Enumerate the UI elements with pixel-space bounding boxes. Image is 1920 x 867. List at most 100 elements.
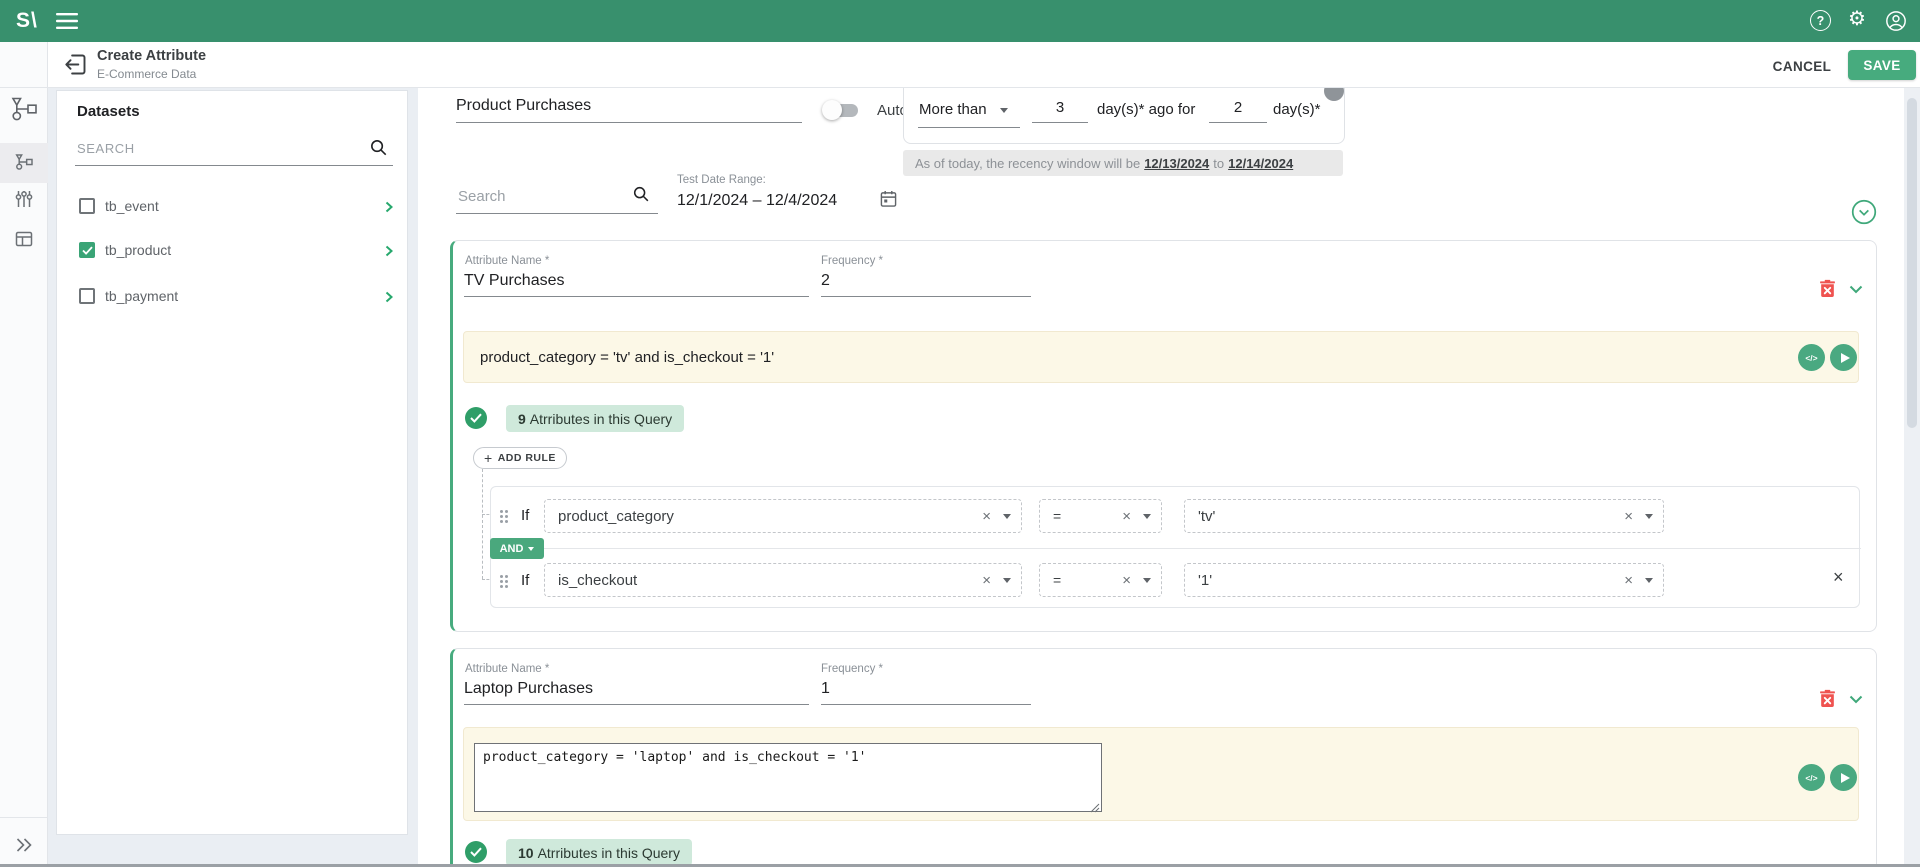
page-subtitle: E-Commerce Data bbox=[97, 67, 196, 81]
attribute-name-input[interactable] bbox=[464, 680, 809, 705]
clear-icon[interactable]: × bbox=[982, 509, 991, 524]
rule-operator-select[interactable]: = × bbox=[1039, 563, 1162, 597]
rule-field-select[interactable]: is_checkout × bbox=[544, 563, 1022, 597]
rule-if-label: If bbox=[521, 572, 529, 589]
query-display-box: product_category = 'tv' and is_checkout … bbox=[463, 331, 1859, 383]
frequency-input[interactable] bbox=[821, 272, 1031, 297]
hamburger-menu-icon[interactable] bbox=[56, 12, 78, 30]
back-icon[interactable] bbox=[62, 51, 89, 78]
recency-days-input[interactable] bbox=[1032, 99, 1088, 123]
delete-attribute-icon[interactable] bbox=[1819, 279, 1836, 298]
expand-rail-icon[interactable] bbox=[14, 837, 34, 853]
collapse-card-icon[interactable] bbox=[1849, 285, 1863, 294]
drag-handle-icon[interactable] bbox=[500, 510, 503, 513]
drag-handle-icon[interactable] bbox=[500, 575, 503, 578]
rule-field-value: product_category bbox=[558, 508, 674, 525]
search-icon bbox=[632, 185, 650, 203]
plus-icon: + bbox=[484, 450, 493, 466]
attribute-count-chip: 9 Atrributes in this Query bbox=[506, 405, 684, 432]
datasets-search-icon bbox=[369, 138, 388, 157]
scrollbar-thumb[interactable] bbox=[1907, 98, 1917, 428]
chevron-down-icon[interactable] bbox=[1645, 514, 1653, 519]
dataset-checkbox-tb-product[interactable] bbox=[79, 242, 95, 258]
run-query-icon[interactable] bbox=[1830, 344, 1857, 371]
rule-value-value: '1' bbox=[1198, 572, 1212, 589]
chevron-down-icon[interactable] bbox=[1003, 514, 1011, 519]
play-glyph bbox=[1841, 773, 1850, 783]
recency-note-bar: As of today, the recency window will be … bbox=[903, 150, 1343, 176]
dataset-checkbox-tb-payment[interactable] bbox=[79, 288, 95, 304]
rule-divider bbox=[491, 548, 1861, 549]
attribute-name-label: Attribute Name * bbox=[465, 663, 549, 675]
collapse-all-icon[interactable] bbox=[1851, 199, 1877, 225]
chevron-right-icon[interactable] bbox=[383, 291, 395, 303]
chevron-down-icon[interactable] bbox=[1000, 108, 1008, 113]
test-date-range-label: Test Date Range: bbox=[677, 174, 766, 186]
rule-field-select[interactable]: product_category × bbox=[544, 499, 1022, 533]
frequency-input[interactable] bbox=[821, 680, 1031, 705]
clear-icon[interactable]: × bbox=[982, 573, 991, 588]
chevron-right-icon[interactable] bbox=[383, 201, 395, 213]
calendar-icon[interactable] bbox=[880, 190, 897, 208]
rules-container: If product_category × = × 'tv' × AND If bbox=[490, 486, 1860, 608]
flowchart-icon[interactable] bbox=[9, 94, 39, 124]
rule-operator-value: = bbox=[1053, 508, 1061, 524]
test-date-range-value[interactable]: 12/1/2024 – 12/4/2024 bbox=[677, 192, 837, 210]
account-icon[interactable] bbox=[1885, 10, 1907, 32]
clear-icon[interactable]: × bbox=[1624, 509, 1633, 524]
play-glyph bbox=[1841, 353, 1850, 363]
conjunction-chip[interactable]: AND bbox=[490, 538, 544, 559]
attribute-search-input[interactable] bbox=[456, 188, 658, 214]
recency-window-input[interactable] bbox=[1209, 99, 1267, 123]
table-layout-icon[interactable] bbox=[14, 229, 34, 249]
clear-icon[interactable]: × bbox=[1122, 573, 1131, 588]
rule-value-select[interactable]: '1' × bbox=[1184, 563, 1664, 597]
settings-gear-icon[interactable]: ⚙ bbox=[1848, 9, 1866, 29]
recency-comparator-select[interactable]: More than bbox=[919, 101, 987, 118]
cancel-button[interactable]: CANCEL bbox=[1762, 54, 1842, 78]
chevron-down-icon[interactable] bbox=[1143, 514, 1151, 519]
chevron-down-icon[interactable] bbox=[1143, 578, 1151, 583]
query-valid-check-icon bbox=[465, 841, 487, 863]
dataset-checkbox-tb-event[interactable] bbox=[79, 198, 95, 214]
clear-icon[interactable]: × bbox=[1624, 573, 1633, 588]
filters-sliders-icon[interactable] bbox=[14, 189, 34, 209]
rule-operator-select[interactable]: = × bbox=[1039, 499, 1162, 533]
save-button[interactable]: SAVE bbox=[1848, 50, 1916, 80]
datasets-search-input[interactable] bbox=[75, 141, 393, 166]
frequency-label: Frequency * bbox=[821, 255, 883, 267]
query-code-textarea[interactable]: product_category = 'laptop' and is_check… bbox=[474, 743, 1102, 812]
datasets-panel: Datasets tb_event tb_product tb_payment bbox=[56, 90, 408, 835]
recency-comparator-underline bbox=[918, 127, 1020, 128]
remove-rule-icon[interactable]: × bbox=[1833, 567, 1844, 588]
attribute-count: 10 bbox=[518, 845, 534, 861]
attribute-name-input[interactable] bbox=[464, 272, 809, 297]
attributes-flow-icon[interactable] bbox=[14, 152, 34, 172]
dataset-row-tb-event: tb_event bbox=[57, 185, 409, 229]
dataset-row-tb-payment: tb_payment bbox=[57, 275, 409, 319]
resize-handle-icon[interactable] bbox=[1090, 800, 1100, 818]
brand-logo: S\ bbox=[16, 0, 38, 42]
auto-extract-toggle[interactable] bbox=[824, 104, 858, 117]
recency-note-to: to bbox=[1213, 156, 1224, 171]
delete-attribute-icon[interactable] bbox=[1819, 689, 1836, 708]
code-view-icon[interactable]: </> bbox=[1798, 344, 1825, 371]
rule-value-select[interactable]: 'tv' × bbox=[1184, 499, 1664, 533]
add-rule-button[interactable]: + ADD RULE bbox=[473, 447, 567, 469]
attribute-display-name-input[interactable] bbox=[456, 97, 802, 123]
page-header: Create Attribute E-Commerce Data CANCEL … bbox=[0, 42, 1920, 88]
chevron-down-icon[interactable] bbox=[1645, 578, 1653, 583]
code-view-icon[interactable]: </> bbox=[1798, 764, 1825, 791]
dataset-label: tb_payment bbox=[105, 288, 178, 304]
conjunction-label: AND bbox=[500, 543, 524, 555]
help-icon[interactable]: ? bbox=[1810, 10, 1831, 31]
chevron-down-icon[interactable] bbox=[1003, 578, 1011, 583]
page-title: Create Attribute bbox=[97, 48, 206, 64]
recency-end-date: 12/14/2024 bbox=[1228, 156, 1293, 171]
attribute-name-label: Attribute Name * bbox=[465, 255, 549, 267]
code-glyph: </> bbox=[1805, 353, 1817, 363]
collapse-card-icon[interactable] bbox=[1849, 695, 1863, 704]
clear-icon[interactable]: × bbox=[1122, 509, 1131, 524]
chevron-right-icon[interactable] bbox=[383, 245, 395, 257]
run-query-icon[interactable] bbox=[1830, 764, 1857, 791]
